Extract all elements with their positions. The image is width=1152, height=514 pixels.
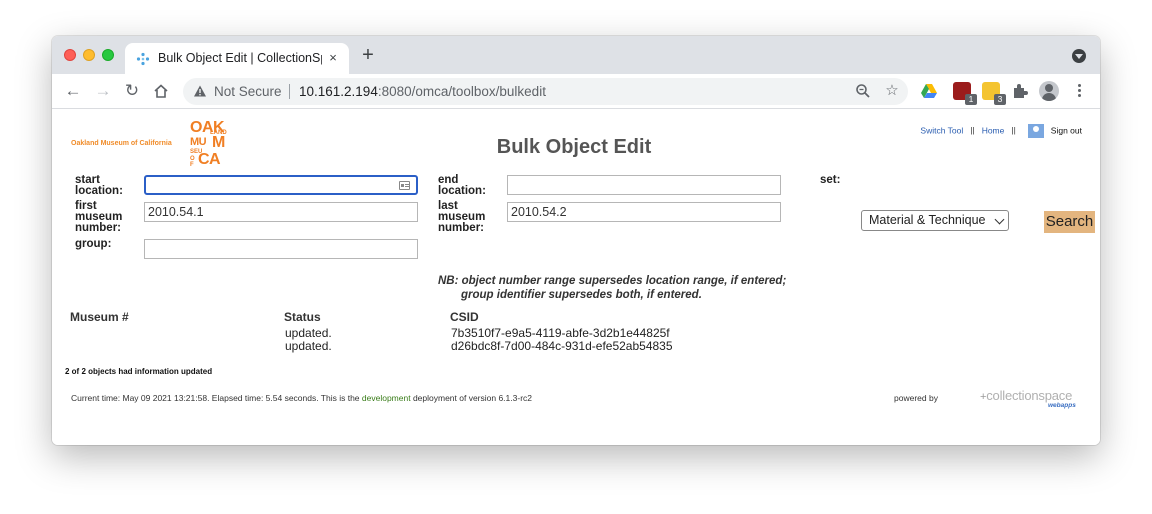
column-header-status: Status [284,310,321,324]
shield-extension-icon[interactable]: 1 [953,82,977,105]
tab-title: Bulk Object Edit | CollectionSpace [158,51,322,65]
tab-strip: Bulk Object Edit | CollectionSpace × + [52,36,1100,74]
footer-text-after: deployment of version 6.1.3-rc2 [410,393,533,403]
column-header-museum-number: Museum # [70,310,129,324]
update-summary: 2 of 2 objects had information updated [65,367,213,376]
autofill-card-icon[interactable] [399,181,410,190]
sign-out-link[interactable]: Sign out [1051,125,1082,135]
new-tab-button[interactable]: + [357,45,379,67]
range-note: NB: object number range supersedes locat… [438,274,786,302]
address-bar[interactable]: Not Secure 10.161.2.194:8080/omca/toolbo… [183,78,908,105]
logo-m: M [212,134,225,151]
logo-ca: CA [198,151,221,168]
set-select[interactable]: Material & Technique [861,210,1009,231]
result-csid: d26bdc8f-7d00-484c-931d-efe52ab54835 [451,339,673,353]
search-button[interactable]: Search [1044,211,1095,233]
url-path: :8080/omca/toolbox/bulkedit [377,84,546,99]
page-title: Bulk Object Edit [496,136,652,158]
home-link[interactable]: Home [982,125,1005,135]
close-tab-icon[interactable]: × [325,50,341,66]
reload-icon[interactable]: ↻ [123,82,141,100]
warning-triangle-icon [194,85,206,97]
extension-badge: 1 [965,94,977,105]
end-location-input[interactable] [507,175,781,195]
extension-badge: 3 [994,94,1006,105]
logo-mu: MU [190,136,207,148]
column-header-csid: CSID [450,310,479,324]
range-note-line2: group identifier supersedes both, if ent… [461,289,702,301]
google-drive-icon[interactable] [920,82,938,100]
set-label: set: [820,174,841,186]
top-links: Switch Tool || Home || Sign out [920,124,1082,140]
back-arrow-icon[interactable]: ← [64,82,82,100]
cs-logo-text: collectionspace [986,388,1073,403]
last-museum-number-input[interactable]: 2010.54.2 [507,202,781,222]
deployment-label: development [361,393,411,403]
url-host: 10.161.2.194 [299,84,378,99]
browser-toolbar: ← → ↻ Not Secure 10.161.2.194:8080/omca/… [52,74,1100,109]
page-content: Oakland Museum of California OAK LAND MU… [52,110,1100,445]
minimize-window-button[interactable] [83,49,95,61]
address-separator [289,84,290,99]
start-location-input[interactable] [144,175,418,195]
first-museum-number-value: 2010.54.1 [148,205,204,219]
result-status: updated. [285,326,332,340]
close-window-button[interactable] [64,49,76,61]
zoom-icon[interactable] [855,83,871,99]
start-location-label: start location: [75,174,123,197]
result-status: updated. [285,339,332,353]
cs-logo-sub: webapps [1048,402,1076,409]
end-location-label: end location: [438,174,486,197]
security-status-label[interactable]: Not Secure [214,84,282,99]
result-csid: 7b3510f7-e9a5-4119-abfe-3d2b1e44825f [451,326,670,340]
set-selected-value: Material & Technique [869,213,986,227]
range-note-line1: NB: object number range supersedes locat… [438,275,787,287]
collectionspace-favicon-icon [136,52,150,66]
omca-logo[interactable]: OAK LAND MU M SEU OF CA [190,120,230,170]
footer-text-before: Current time: May 09 2021 13:21:58. Elap… [71,393,362,403]
bookmark-star-icon[interactable]: ☆ [884,83,900,99]
profile-avatar-icon[interactable] [1039,81,1059,101]
powered-by-label: powered by [894,393,938,403]
last-museum-number-label: last museum number: [438,200,486,234]
url-text[interactable]: 10.161.2.194:8080/omca/toolbox/bulkedit [299,84,546,99]
footer-status: Current time: May 09 2021 13:21:58. Elap… [71,393,532,403]
chevron-down-icon [994,214,1005,225]
link-separator: || [1011,125,1016,136]
org-name[interactable]: Oakland Museum of California [71,140,172,147]
browser-window: Bulk Object Edit | CollectionSpace × + ←… [52,36,1100,445]
browser-menu-icon[interactable] [1072,82,1086,100]
last-museum-number-value: 2010.54.2 [511,205,567,219]
zoom-window-button[interactable] [102,49,114,61]
forward-arrow-icon[interactable]: → [94,82,112,100]
note-extension-icon[interactable]: 3 [982,82,1006,105]
user-icon [1027,124,1044,138]
home-icon[interactable] [153,83,169,99]
switch-tool-link[interactable]: Switch Tool [920,125,963,135]
group-input[interactable] [144,239,418,259]
logo-of: OF [190,156,195,168]
group-label: group: [75,238,112,250]
first-museum-number-input[interactable]: 2010.54.1 [144,202,418,222]
extensions-puzzle-icon[interactable] [1011,82,1029,100]
tab-bulk-object-edit[interactable]: Bulk Object Edit | CollectionSpace × [125,43,349,74]
link-separator: || [970,125,975,136]
first-museum-number-label: first museum number: [75,200,123,234]
collectionspace-logo[interactable]: +collectionspace [980,388,1072,403]
tab-search-icon[interactable] [1072,49,1086,63]
